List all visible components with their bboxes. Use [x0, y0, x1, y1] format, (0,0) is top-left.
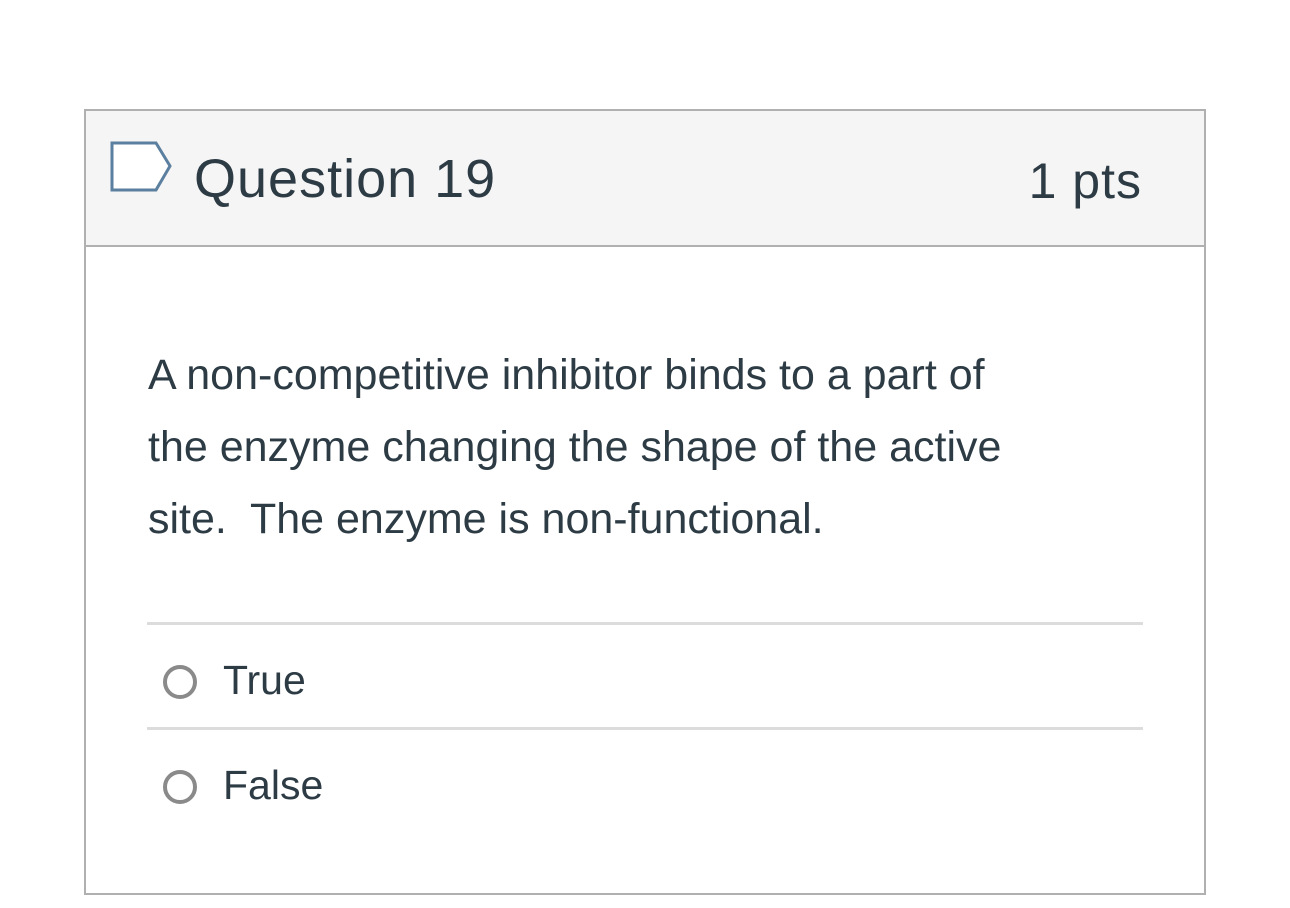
question-text: A non-competitive inhibitor binds to a p…	[148, 351, 1002, 543]
answer-list: True False	[147, 622, 1143, 832]
answer-label-true[interactable]: True	[223, 655, 306, 705]
radio-button-true[interactable]	[163, 665, 197, 699]
flag-icon[interactable]	[110, 141, 174, 193]
question-header: Question 19 1 pts	[86, 111, 1204, 247]
question-card: Question 19 1 pts A non-competitive inhi…	[84, 109, 1206, 895]
answer-label-false[interactable]: False	[223, 760, 323, 810]
question-title: Question 19	[194, 149, 497, 209]
answer-option-false[interactable]: False	[147, 727, 1143, 832]
radio-button-false[interactable]	[163, 770, 197, 804]
answer-option-true[interactable]: True	[147, 622, 1143, 727]
question-points: 1 pts	[1028, 153, 1142, 209]
